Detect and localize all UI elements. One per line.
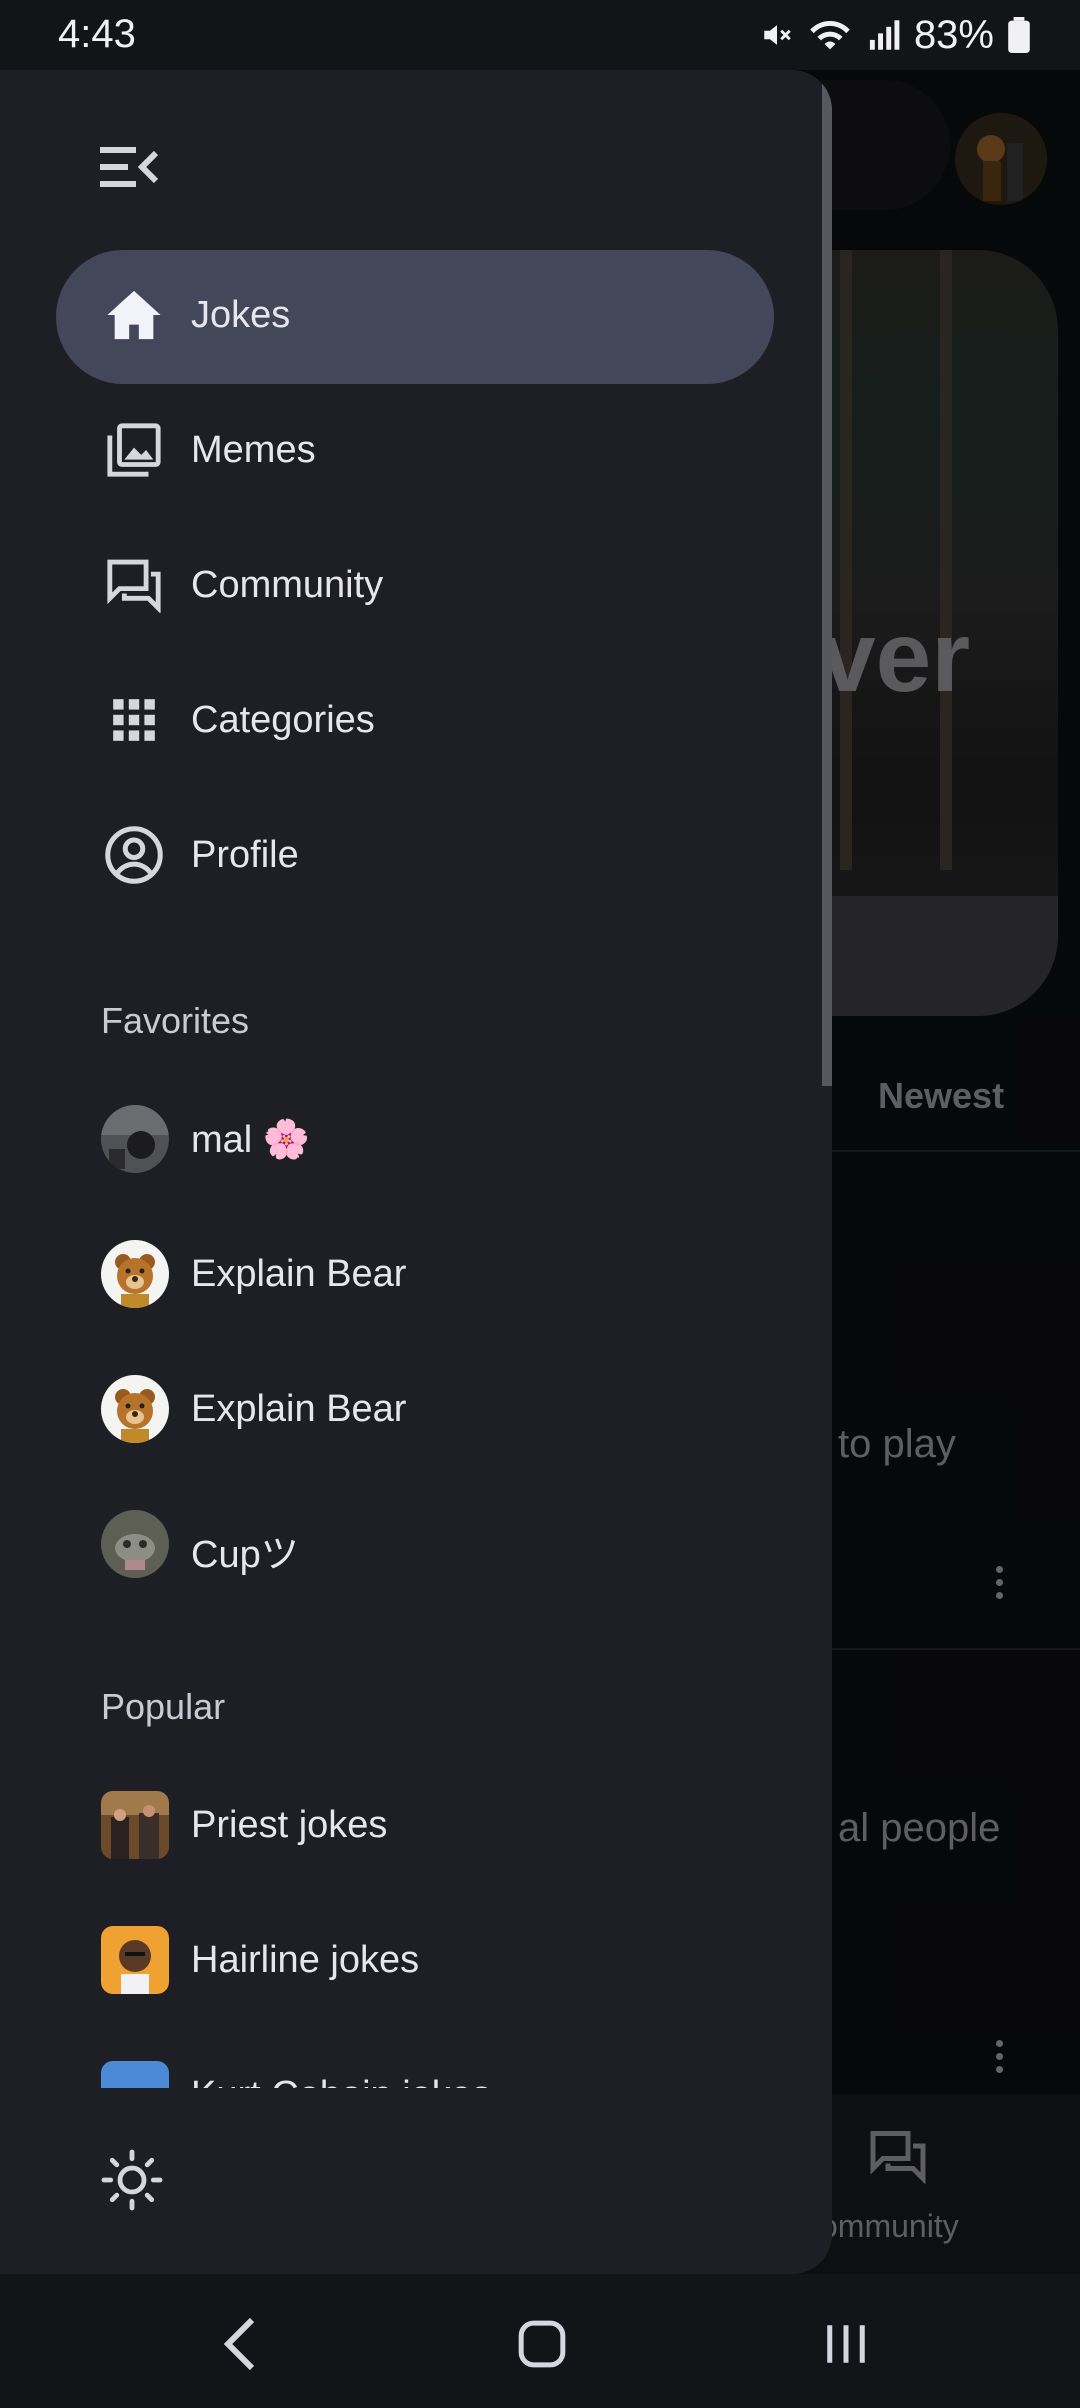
nav-item-categories[interactable]: Categories (56, 655, 774, 789)
popular-label: Priest jokes (191, 1804, 388, 1846)
thumbnail (101, 1791, 169, 1859)
nav-label: Categories (191, 699, 375, 741)
battery-percent: 83% (913, 12, 994, 57)
grid-icon (102, 688, 166, 752)
favorite-label: Explain Bear (191, 1388, 407, 1430)
favorite-item[interactable]: mal 🌸 (101, 1084, 781, 1194)
nav-item-community[interactable]: Community (56, 520, 774, 654)
home-outline-icon (518, 2320, 566, 2368)
favorites-heading: Favorites (101, 1000, 250, 1041)
status-icons: 83% (760, 12, 1030, 58)
nav-item-memes[interactable]: Memes (56, 385, 774, 519)
avatar (101, 1240, 169, 1308)
favorite-label: Cupツ (191, 1534, 299, 1576)
nav-label: Memes (191, 429, 316, 471)
back-icon (223, 2317, 255, 2371)
battery-icon (1008, 17, 1030, 53)
forum-icon (102, 553, 166, 617)
navigation-drawer: Jokes Memes Community Categories Profile… (0, 70, 832, 2274)
status-bar: 4:43 83% (0, 0, 1080, 70)
popular-item[interactable]: Priest jokes (101, 1770, 781, 1880)
nav-label: Jokes (191, 294, 291, 336)
home-button[interactable] (502, 2304, 582, 2384)
favorite-item[interactable]: Cupツ (101, 1489, 781, 1599)
signal-icon (869, 20, 900, 50)
drawer-scrollbar[interactable] (822, 70, 832, 1086)
nav-label: Community (191, 564, 384, 606)
popular-label: Hairline jokes (191, 1939, 420, 1981)
popular-heading: Popular (101, 1686, 226, 1727)
nav-item-jokes[interactable]: Jokes (56, 250, 774, 384)
nav-item-profile[interactable]: Profile (56, 790, 774, 924)
mute-icon (764, 25, 791, 45)
menu-collapse-icon[interactable] (100, 142, 160, 192)
recents-icon (827, 2325, 865, 2363)
recent-apps-button[interactable] (806, 2304, 886, 2384)
favorite-item[interactable]: Explain Bear (101, 1219, 781, 1329)
back-button[interactable] (200, 2304, 280, 2384)
favorite-item[interactable]: Explain Bear (101, 1354, 781, 1464)
status-time: 4:43 (58, 12, 136, 56)
avatar (101, 1375, 169, 1443)
favorite-label: mal 🌸 (191, 1119, 311, 1161)
sun-icon[interactable] (100, 2148, 164, 2212)
system-navigation-bar (0, 2274, 1080, 2408)
account-circle-icon (102, 823, 166, 887)
avatar (101, 1105, 169, 1173)
gallery-icon (102, 418, 166, 482)
popular-item[interactable]: Hairline jokes (101, 1905, 781, 2015)
avatar (101, 1510, 169, 1578)
thumbnail (101, 1926, 169, 1994)
wifi-icon (810, 20, 850, 50)
favorite-label: Explain Bear (191, 1253, 407, 1295)
nav-label: Profile (191, 834, 299, 876)
home-icon (102, 283, 166, 347)
